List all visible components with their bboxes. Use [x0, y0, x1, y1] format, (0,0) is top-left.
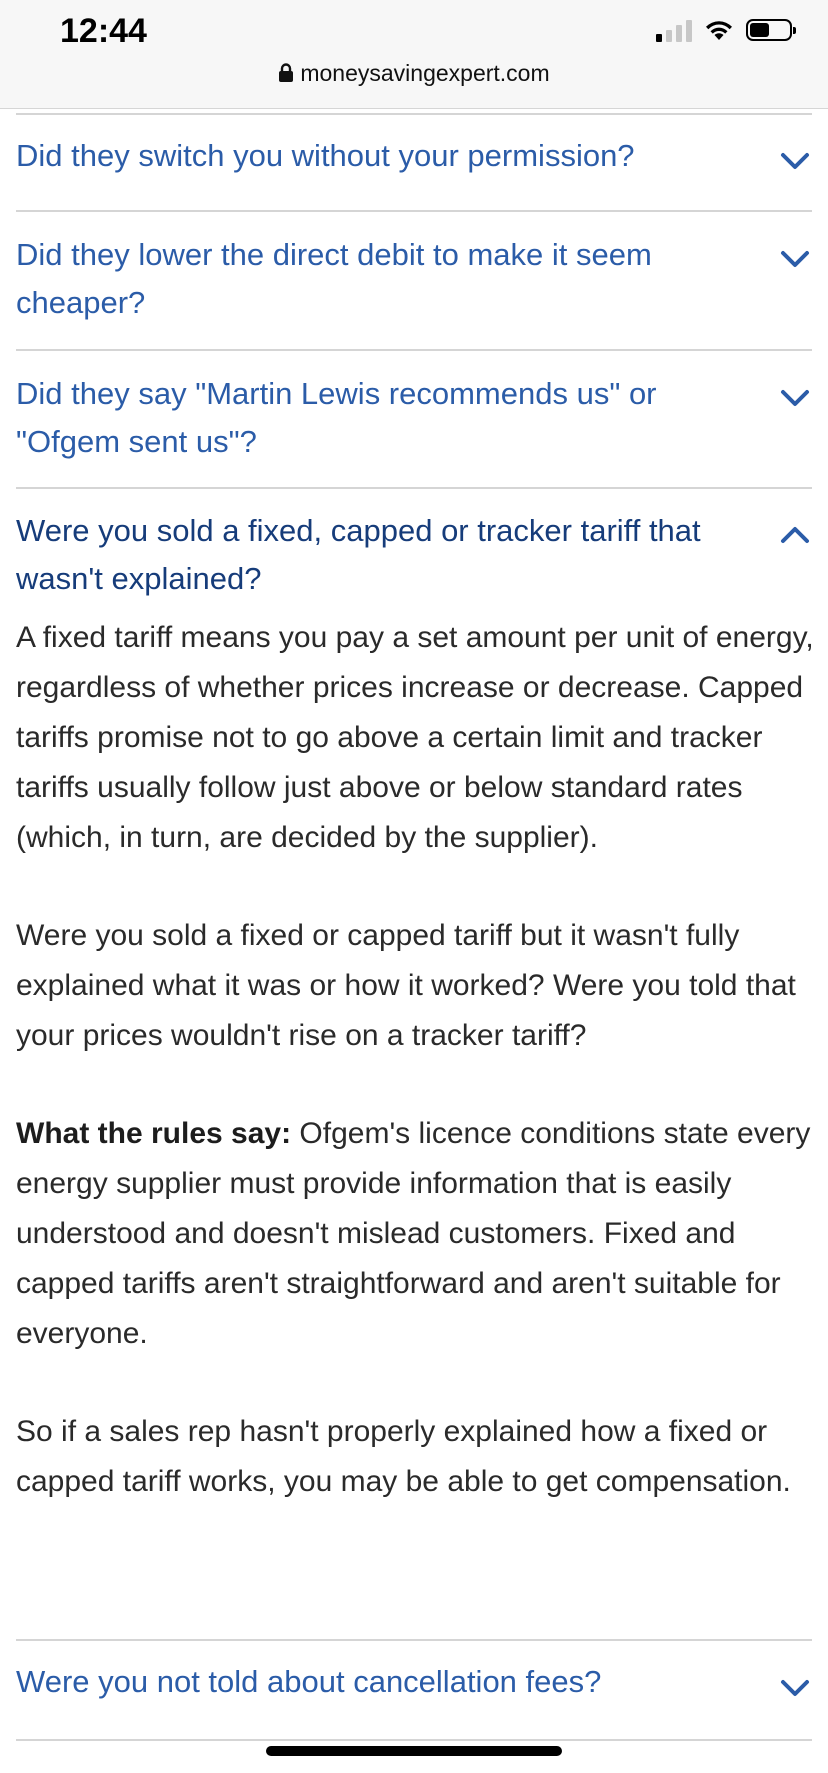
- accordion-item-switch-permission[interactable]: Did they switch you without your permiss…: [16, 115, 812, 212]
- rules-paragraph: What the rules say: Ofgem's licence cond…: [16, 1109, 816, 1359]
- rules-text: Ofgem's licence conditions state every e…: [16, 1117, 811, 1350]
- accordion-item-cancellation-fees[interactable]: Were you not told about cancellation fee…: [16, 1641, 812, 1741]
- address-bar[interactable]: moneysavingexpert.com: [0, 60, 828, 87]
- accordion-item-tariff-expanded: Were you sold a fixed, capped or tracker…: [16, 489, 814, 1641]
- battery-icon: [746, 19, 796, 41]
- accordion-question[interactable]: Did they switch you without your permiss…: [16, 132, 736, 180]
- accordion-question[interactable]: Were you not told about cancellation fee…: [16, 1658, 736, 1706]
- accordion-body: A fixed tariff means you pay a set amoun…: [16, 613, 816, 1507]
- lock-icon: [279, 63, 294, 82]
- tariff-definition-paragraph: A fixed tariff means you pay a set amoun…: [16, 621, 814, 854]
- chevron-up-icon[interactable]: [778, 523, 812, 547]
- status-bar: 12:44 moneysavingexpert.com: [0, 0, 828, 109]
- accordion-item-direct-debit[interactable]: Did they lower the direct debit to make …: [16, 212, 812, 351]
- accordion-question-open[interactable]: Were you sold a fixed, capped or tracker…: [16, 507, 736, 603]
- chevron-down-icon[interactable]: [778, 1676, 812, 1700]
- status-time: 12:44: [60, 12, 147, 50]
- accordion-question[interactable]: Did they lower the direct debit to make …: [16, 231, 736, 327]
- wifi-icon: [706, 21, 732, 40]
- accordion-item-martin-lewis[interactable]: Did they say "Martin Lewis recommends us…: [16, 351, 812, 489]
- status-icons: [656, 18, 796, 42]
- compensation-paragraph: So if a sales rep hasn't properly explai…: [16, 1415, 791, 1498]
- home-indicator[interactable]: [266, 1746, 562, 1756]
- chevron-down-icon[interactable]: [778, 149, 812, 173]
- sold-tariff-paragraph: Were you sold a fixed or capped tariff b…: [16, 919, 796, 1052]
- rules-label: What the rules say:: [16, 1117, 292, 1150]
- cellular-signal-icon: [656, 18, 692, 42]
- chevron-down-icon[interactable]: [778, 386, 812, 410]
- accordion-question[interactable]: Did they say "Martin Lewis recommends us…: [16, 370, 736, 466]
- chevron-down-icon[interactable]: [778, 247, 812, 271]
- address-url: moneysavingexpert.com: [300, 60, 550, 86]
- accordion-list: Did they switch you without your permiss…: [16, 108, 814, 1741]
